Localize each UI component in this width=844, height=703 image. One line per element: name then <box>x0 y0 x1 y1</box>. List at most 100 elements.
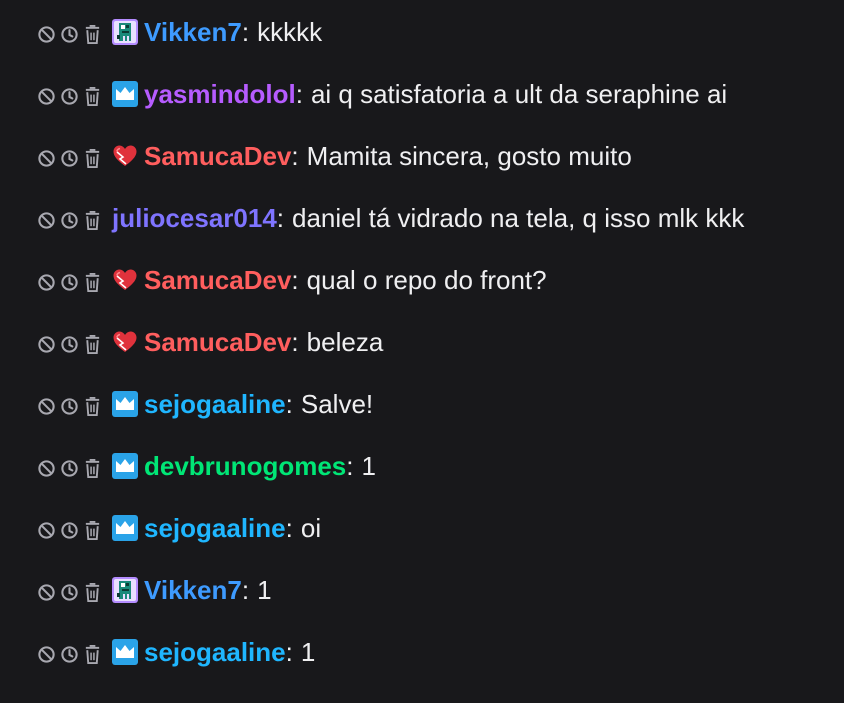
trash-icon <box>83 520 102 541</box>
delete-message-button[interactable] <box>82 396 103 417</box>
timeout-user-button[interactable] <box>59 520 80 541</box>
delete-message-button[interactable] <box>82 520 103 541</box>
clock-icon <box>60 521 79 540</box>
delete-message-button[interactable] <box>82 86 103 107</box>
chat-message: sejogaaline: Salve! <box>0 383 844 445</box>
ban-icon <box>37 149 56 168</box>
delete-message-button[interactable] <box>82 334 103 355</box>
timeout-user-button[interactable] <box>59 24 80 45</box>
ban-icon <box>37 273 56 292</box>
chat-username[interactable]: Vikken7 <box>144 15 242 49</box>
timeout-user-button[interactable] <box>59 396 80 417</box>
trash-icon <box>83 148 102 169</box>
delete-message-button[interactable] <box>82 582 103 603</box>
prime-crown-badge-icon[interactable] <box>112 391 138 417</box>
username-separator: : <box>291 327 299 357</box>
timeout-user-button[interactable] <box>59 86 80 107</box>
timeout-user-button[interactable] <box>59 334 80 355</box>
ban-user-button[interactable] <box>36 582 57 603</box>
message-line: Vikken7: kkkkk <box>112 15 322 49</box>
ban-icon <box>37 335 56 354</box>
ban-user-button[interactable] <box>36 396 57 417</box>
mod-actions <box>36 520 103 541</box>
chat-username[interactable]: sejogaaline <box>144 511 286 545</box>
chat-message: SamucaDev: Mamita sincera, gosto muito <box>0 135 844 197</box>
clock-icon <box>60 335 79 354</box>
delete-message-button[interactable] <box>82 148 103 169</box>
chat-username[interactable]: SamucaDev <box>144 263 291 297</box>
heart-badge-icon[interactable] <box>112 143 138 169</box>
prime-crown-badge-icon[interactable] <box>112 515 138 541</box>
message-line: sejogaaline: Salve! <box>112 387 373 421</box>
message-line: Vikken7:1 <box>112 573 272 607</box>
mod-actions <box>36 458 103 479</box>
chat-message-text: Mamita sincera, gosto muito <box>306 141 632 171</box>
ban-user-button[interactable] <box>36 86 57 107</box>
username-separator: : <box>276 203 285 233</box>
ban-user-button[interactable] <box>36 272 57 293</box>
trash-icon <box>83 396 102 417</box>
prime-crown-badge-icon[interactable] <box>112 453 138 479</box>
timeout-user-button[interactable] <box>59 458 80 479</box>
username-separator: : <box>241 575 250 605</box>
chat-username[interactable]: Vikken7 <box>144 573 242 607</box>
mod-actions <box>36 272 103 293</box>
delete-message-button[interactable] <box>82 24 103 45</box>
chat-username[interactable]: juliocesar014 <box>112 201 277 235</box>
mod-actions <box>36 334 103 355</box>
timeout-user-button[interactable] <box>59 210 80 231</box>
message-line: sejogaaline:1 <box>112 635 315 669</box>
timeout-user-button[interactable] <box>59 644 80 665</box>
pixel-character-badge-icon[interactable] <box>112 577 138 603</box>
mod-actions <box>36 582 103 603</box>
timeout-user-button[interactable] <box>59 148 80 169</box>
timeout-user-button[interactable] <box>59 272 80 293</box>
ban-user-button[interactable] <box>36 644 57 665</box>
chat-message: juliocesar014: daniel tá vidrado na tela,… <box>0 197 844 259</box>
chat-username[interactable]: yasmindolol <box>144 77 296 111</box>
username-separator: : <box>346 451 354 481</box>
heart-badge-icon[interactable] <box>112 329 138 355</box>
message-line: SamucaDev: Mamita sincera, gosto muito <box>112 139 632 173</box>
trash-icon <box>83 582 102 603</box>
delete-message-button[interactable] <box>82 210 103 231</box>
message-line: juliocesar014: daniel tá vidrado na tela,… <box>112 201 744 235</box>
message-line: sejogaaline: oi <box>112 511 321 545</box>
chat-message: sejogaaline:1 <box>0 631 844 693</box>
mod-actions <box>36 148 103 169</box>
chat-username[interactable]: sejogaaline <box>144 635 286 669</box>
trash-icon <box>83 458 102 479</box>
clock-icon <box>60 25 79 44</box>
prime-crown-badge-icon[interactable] <box>112 81 138 107</box>
prime-crown-badge-icon[interactable] <box>112 639 138 665</box>
ban-user-button[interactable] <box>36 334 57 355</box>
timeout-user-button[interactable] <box>59 582 80 603</box>
clock-icon <box>60 273 79 292</box>
delete-message-button[interactable] <box>82 272 103 293</box>
trash-icon <box>83 334 102 355</box>
ban-user-button[interactable] <box>36 458 57 479</box>
ban-icon <box>37 87 56 106</box>
chat-message-text: 1 <box>257 575 272 605</box>
chat-message-text: 1 <box>300 637 316 667</box>
ban-user-button[interactable] <box>36 520 57 541</box>
chat-username[interactable]: SamucaDev <box>144 139 291 173</box>
message-line: SamucaDev: qual o repo do front? <box>112 263 547 297</box>
ban-icon <box>37 645 56 664</box>
delete-message-button[interactable] <box>82 458 103 479</box>
ban-icon <box>37 521 56 540</box>
ban-user-button[interactable] <box>36 148 57 169</box>
delete-message-button[interactable] <box>82 644 103 665</box>
chat-username[interactable]: devbrunogomes <box>144 449 346 483</box>
chat-username[interactable]: sejogaaline <box>144 387 286 421</box>
trash-icon <box>83 24 102 45</box>
ban-icon <box>37 583 56 602</box>
chat-message: Vikken7:1 <box>0 569 844 631</box>
ban-user-button[interactable] <box>36 210 57 231</box>
heart-badge-icon[interactable] <box>112 267 138 293</box>
username-separator: : <box>285 389 293 419</box>
pixel-character-badge-icon[interactable] <box>112 19 138 45</box>
message-line: SamucaDev: beleza <box>112 325 383 359</box>
ban-user-button[interactable] <box>36 24 57 45</box>
chat-username[interactable]: SamucaDev <box>144 325 291 359</box>
